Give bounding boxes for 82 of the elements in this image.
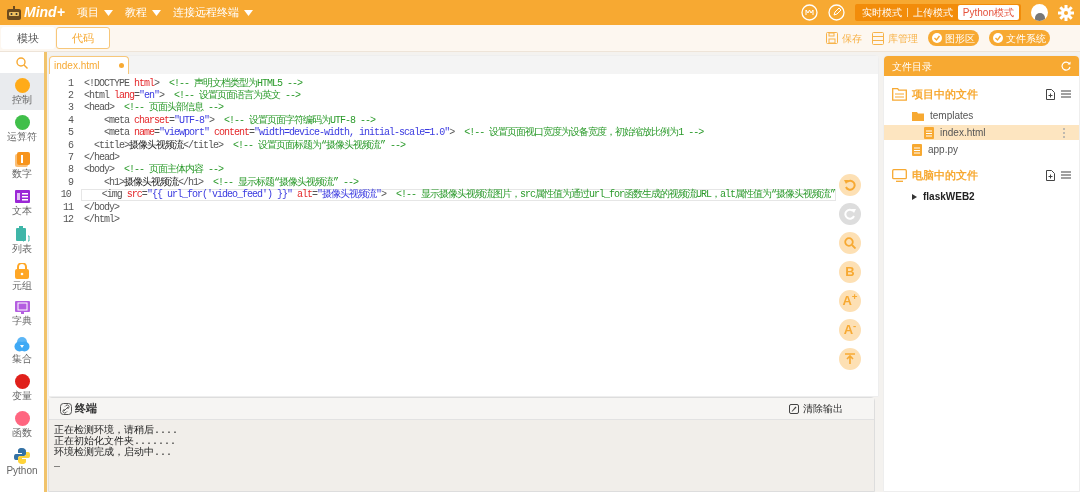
code-line: <meta charset="UTF-8"> <!-- 设置页面字符编码为UTF-8 --> [103, 114, 377, 127]
search-icon[interactable] [16, 57, 28, 69]
category-item[interactable]: 元组 [0, 258, 44, 295]
clear-output-button[interactable]: 清除输出 [789, 401, 843, 416]
line-number: 3 [67, 101, 73, 116]
robot-logo-icon [6, 5, 22, 20]
panel-header: 文件目录 [884, 56, 1079, 76]
new-file-icon[interactable] [1046, 88, 1055, 100]
code-line: <!DOCTYPE html> <!-- 声明文档类型为HTML5 --> [83, 77, 304, 89]
category-item[interactable]: 控制 [0, 73, 44, 110]
caret-icon [151, 9, 161, 16]
category-item[interactable]: 列表 [0, 221, 44, 258]
file-tree-item[interactable]: index.html [884, 125, 1079, 140]
code-line: <html lang="en"> <!-- 设置页面语言为英文 --> [83, 89, 302, 102]
caret-icon [243, 9, 253, 16]
drawers-icon [872, 31, 884, 45]
file-tree-item[interactable]: app.py [884, 142, 1079, 157]
refresh-icon[interactable] [1061, 61, 1071, 71]
line-number: 6 [67, 138, 73, 153]
app-logo: Mind+ [24, 3, 65, 22]
line-number: 4 [67, 113, 73, 128]
search-button[interactable] [839, 232, 861, 254]
terminal-line: 正在初始化文件夹....... [54, 436, 176, 447]
new-file-icon[interactable] [1046, 169, 1055, 181]
code-line: <title>摄像头视频流</title> <!-- 设置页面标题为“摄像头视频流” --> [93, 138, 407, 152]
line-number: 5 [67, 126, 73, 141]
checkmark-icon [932, 33, 942, 43]
code-line: <body> <!-- 页面主体内容 --> [83, 163, 225, 176]
checkmark-icon [993, 33, 1003, 43]
section-title: 电脑中的文件 [912, 167, 978, 183]
eraser-icon [789, 403, 799, 414]
section-title: 项目中的文件 [912, 86, 978, 102]
terminal-line: _ [54, 458, 60, 469]
code-line: </body> [83, 200, 121, 214]
expand-arrow-icon [912, 193, 917, 200]
monitor-icon [892, 168, 907, 182]
file-icon [912, 143, 922, 156]
code-line: <meta name="viewport" content="width=device-width, initial-scale=1.0"> <!-- 设置页面视口宽度为设备宽度，初始缩放比例为1 --> [103, 126, 705, 139]
line-number: 2 [67, 89, 73, 103]
line-number: 12 [62, 213, 73, 227]
category-item[interactable]: 运算符 [0, 110, 44, 147]
code-line: <head> <!-- 页面头部信息 --> [83, 101, 225, 115]
category-item[interactable]: 文本 [0, 184, 44, 221]
redo-icon [844, 208, 856, 220]
view-tab[interactable]: 模块 [1, 27, 55, 49]
terminal-line: 正在检测环境，请稍后.... [54, 425, 178, 436]
category-item[interactable]: 字典 [0, 295, 44, 332]
folder-list-icon [892, 87, 907, 101]
menu-icon[interactable] [1061, 171, 1071, 179]
category-item[interactable]: 数字 [0, 147, 44, 184]
collapse-button[interactable] [839, 348, 861, 370]
search-icon [844, 237, 856, 249]
line-number: 1 [67, 76, 73, 91]
category-item[interactable]: 函数 [0, 406, 44, 443]
settings-icon[interactable] [1058, 4, 1074, 21]
line-number: 9 [67, 175, 73, 190]
code-line: <h1>摄像头视频流</h1> <!-- 显示标题“摄像头视频流” --> [103, 176, 360, 188]
mode-tab[interactable]: Python模式 [957, 5, 1019, 20]
code-line: </html> [83, 213, 121, 226]
avatar[interactable] [1031, 4, 1048, 21]
edit-circle-icon[interactable] [827, 4, 845, 21]
file-icon [924, 126, 934, 139]
undo-button[interactable] [839, 174, 861, 196]
caret-icon [103, 9, 113, 16]
category-item[interactable]: 变量 [0, 369, 44, 406]
folder-icon [912, 110, 924, 121]
chart-circle-icon[interactable] [800, 4, 818, 21]
code-line: </head> [83, 151, 121, 164]
terminal-line: 环境检测完成，启动中... [54, 447, 172, 458]
file-tree-item[interactable]: flaskWEB2 [884, 189, 1079, 204]
line-number: 11 [62, 200, 73, 215]
menu-icon[interactable] [1061, 90, 1071, 98]
link-icon [60, 402, 72, 415]
line-number: 7 [67, 151, 73, 165]
line-number: 10 [59, 188, 71, 203]
line-number: 8 [67, 163, 73, 178]
undo-icon [844, 179, 856, 191]
collapse-icon [844, 353, 856, 365]
category-item[interactable]: 集合 [0, 332, 44, 369]
terminal-title: 终端 [75, 401, 97, 417]
category-item[interactable]: Python [0, 443, 44, 480]
file-tree-item[interactable]: templates [884, 108, 1079, 123]
